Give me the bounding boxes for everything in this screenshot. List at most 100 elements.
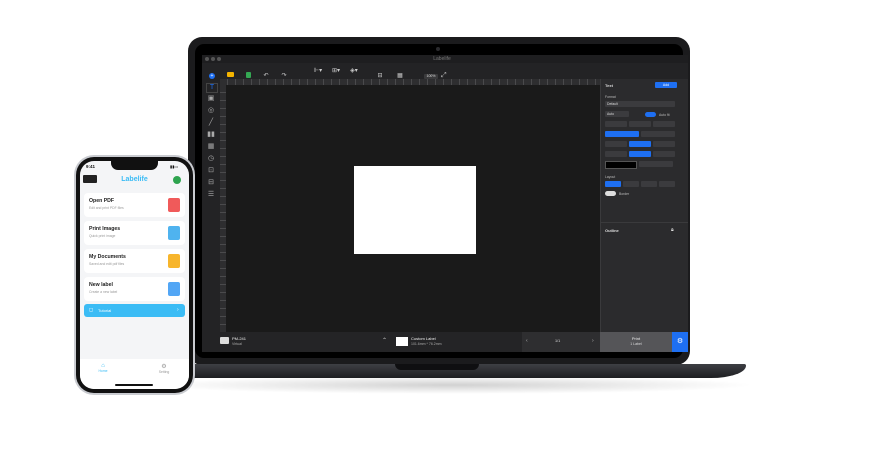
status-time: 9:41 bbox=[86, 164, 96, 169]
panel-divider bbox=[601, 222, 688, 223]
battery-icon: ▮▮▭ bbox=[170, 164, 179, 169]
card-open-pdf[interactable]: Open PDF Edit and print PDF files bbox=[84, 193, 185, 217]
connection-status-icon[interactable] bbox=[173, 176, 181, 184]
lock-icon[interactable]: 🔒︎ bbox=[671, 227, 674, 233]
layout-bottom-button[interactable] bbox=[641, 181, 657, 187]
layout-title[interactable]: Layout bbox=[605, 175, 615, 179]
laptop-screen: Labelife + New Open Save ↶ Undo ↷ Redo ⊩… bbox=[202, 55, 688, 352]
new-label-icon bbox=[168, 282, 180, 296]
image-icon bbox=[168, 226, 180, 240]
prev-page-icon[interactable]: ‹ bbox=[526, 338, 528, 344]
italic-button[interactable] bbox=[653, 121, 675, 127]
close-window-button[interactable] bbox=[205, 57, 209, 61]
printer-icon bbox=[220, 337, 229, 344]
line-spacing-button[interactable] bbox=[629, 151, 651, 157]
tutorial-label: Tutorial bbox=[98, 308, 112, 313]
card-print-images[interactable]: Print Images Quick print image bbox=[84, 221, 185, 245]
tab-home[interactable]: ⌂ Home bbox=[92, 363, 114, 373]
qrcode-tool-icon[interactable]: ▦ bbox=[206, 143, 216, 151]
size-select[interactable]: Auto bbox=[605, 111, 629, 117]
direction-horizontal-button[interactable] bbox=[605, 131, 639, 137]
shape-tool-icon[interactable]: ◎ bbox=[206, 107, 216, 115]
phone-notch bbox=[111, 161, 158, 170]
camera-dot bbox=[436, 47, 440, 51]
card-title: Print Images bbox=[89, 226, 121, 232]
print-label: Print bbox=[631, 336, 641, 341]
wrap-button[interactable] bbox=[653, 151, 675, 157]
border-toggle[interactable] bbox=[605, 191, 616, 196]
layer-icon: ◈▾ bbox=[350, 68, 358, 74]
text-tool-icon[interactable]: T bbox=[206, 83, 218, 93]
serial-tool-icon[interactable]: ⊡ bbox=[206, 167, 216, 175]
printer-name[interactable]: PM-241 bbox=[232, 336, 246, 341]
status-bar: PM-241 Virtual ⌃ Custom Label 101.6mm * … bbox=[220, 332, 600, 352]
page-indicator: 1/1 bbox=[555, 339, 561, 343]
opacity-control[interactable] bbox=[639, 161, 673, 167]
label-size: 101.6mm * 76.2mm bbox=[411, 342, 442, 346]
card-title: Open PDF bbox=[89, 198, 115, 204]
table-tool-icon[interactable]: ⊟ bbox=[206, 179, 216, 187]
card-subtitle: Create a new label bbox=[89, 290, 118, 294]
save-icon bbox=[245, 72, 251, 78]
time-tool-icon[interactable]: ◷ bbox=[206, 155, 216, 163]
properties-panel: Text Add Format Default Auto Auto fit La… bbox=[600, 79, 688, 352]
folder-icon bbox=[226, 72, 234, 77]
layout-middle-button[interactable] bbox=[623, 181, 639, 187]
folder-icon bbox=[168, 254, 180, 268]
print-count: 1 Label bbox=[630, 342, 642, 346]
format-title[interactable]: Format bbox=[605, 95, 616, 99]
layout-top-button[interactable] bbox=[605, 181, 621, 187]
tab-setting[interactable]: ⚙ Setting bbox=[152, 363, 176, 374]
spacing-button[interactable] bbox=[605, 151, 627, 157]
color-swatch[interactable] bbox=[605, 161, 637, 169]
tutorial-icon: ◻ bbox=[89, 307, 94, 313]
arrange-icon: ⊞▾ bbox=[331, 68, 341, 74]
font-select[interactable]: Default bbox=[605, 101, 675, 107]
page-navigator bbox=[522, 332, 600, 352]
tutorial-banner[interactable]: ◻ Tutorial › bbox=[84, 304, 185, 317]
tab-setting-label: Setting bbox=[158, 370, 170, 374]
tab-home-label: Home bbox=[98, 369, 108, 373]
home-indicator bbox=[115, 384, 153, 386]
card-subtitle: Quick print image bbox=[89, 234, 116, 238]
chevron-up-icon[interactable]: ⌃ bbox=[382, 337, 387, 344]
bold-button[interactable] bbox=[605, 121, 627, 127]
image-tool-icon[interactable]: ▣ bbox=[206, 95, 216, 103]
line-tool-icon[interactable]: ╱ bbox=[206, 119, 216, 127]
autofit-toggle[interactable] bbox=[645, 112, 656, 117]
label-name[interactable]: Custom Label bbox=[411, 336, 436, 341]
align-left-button[interactable] bbox=[605, 141, 627, 147]
chevron-right-icon: › bbox=[177, 307, 179, 313]
print-settings-gear-icon[interactable]: ⚙ bbox=[672, 332, 688, 352]
align-center-button[interactable] bbox=[629, 141, 651, 147]
layout-stretch-button[interactable] bbox=[659, 181, 675, 187]
align-right-button[interactable] bbox=[653, 141, 675, 147]
pdf-icon bbox=[168, 198, 180, 212]
barcode-tool-icon[interactable]: ▮▮ bbox=[206, 131, 216, 139]
card-new-label[interactable]: New label Create a new label bbox=[84, 277, 185, 301]
phone-screen: 9:41 ▮▮▭ Labelife Open PDF Edit and prin… bbox=[80, 161, 189, 389]
window-titlebar: Labelife bbox=[202, 55, 688, 63]
left-toolbar: T ▣ ◎ ╱ ▮▮ ▦ ◷ ⊡ ⊟ ☰ bbox=[202, 79, 220, 352]
add-button[interactable]: Add bbox=[655, 82, 677, 88]
label-thumbnail bbox=[396, 337, 408, 346]
print-button[interactable]: Print 1 Label bbox=[600, 332, 672, 352]
zoom-window-button[interactable] bbox=[217, 57, 221, 61]
autofit-label: Auto fit bbox=[659, 113, 670, 117]
form-tool-icon[interactable]: ☰ bbox=[206, 191, 216, 199]
settings-icon: ⚙ bbox=[161, 364, 167, 370]
card-subtitle: Saved and edit pdf files bbox=[89, 262, 125, 266]
card-title: New label bbox=[89, 282, 113, 288]
direction-vertical-button[interactable] bbox=[641, 131, 675, 137]
laptop-shadow bbox=[150, 376, 756, 394]
print-area: Print 1 Label ⚙ bbox=[600, 332, 688, 352]
next-page-icon[interactable]: › bbox=[592, 338, 594, 344]
card-title: My Documents bbox=[89, 254, 126, 260]
label-paper[interactable] bbox=[354, 166, 476, 254]
underline-button[interactable] bbox=[629, 121, 651, 127]
border-label: Border bbox=[619, 192, 630, 196]
toolbar: + New Open Save ↶ Undo ↷ Redo ⊩▾ ⊞▾ ◈▾ ⊟… bbox=[202, 63, 688, 89]
minimize-window-button[interactable] bbox=[211, 57, 215, 61]
card-my-documents[interactable]: My Documents Saved and edit pdf files bbox=[84, 249, 185, 273]
outline-title: Outline bbox=[605, 228, 619, 233]
